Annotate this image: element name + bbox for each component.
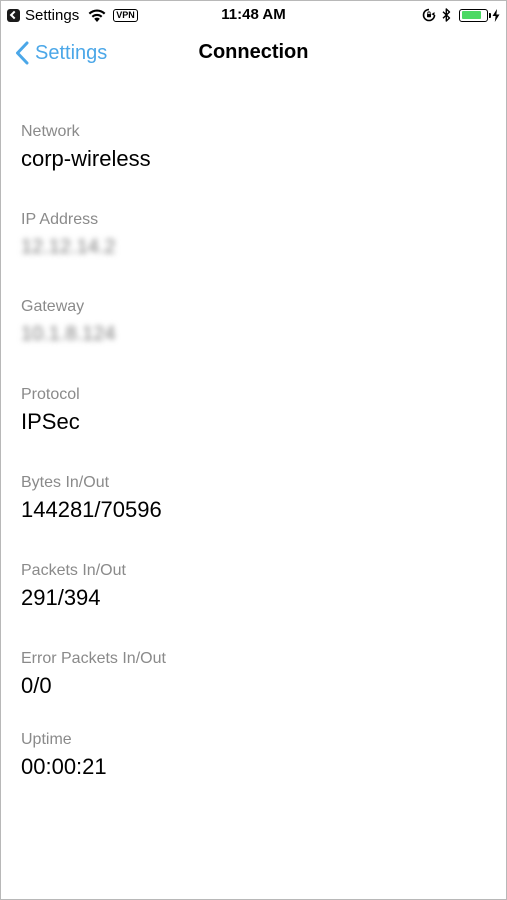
detail-value: 10.1.8.124 <box>21 323 116 345</box>
detail-value: 144281/70596 <box>21 497 162 522</box>
detail-bytes-in-out: Bytes In/Out 144281/70596 <box>21 473 491 524</box>
lock-rotation-icon <box>422 8 436 22</box>
detail-label: IP Address <box>21 211 99 228</box>
bluetooth-icon <box>442 8 451 22</box>
detail-value: IPSec <box>21 409 80 434</box>
battery-nub <box>489 12 491 18</box>
detail-gateway: Gateway 10.1.8.124 <box>21 297 491 348</box>
detail-label: Protocol <box>21 386 80 403</box>
status-bar: Settings VPN 11:48 AM <box>1 1 506 29</box>
detail-value: 00:00:21 <box>21 754 107 779</box>
detail-label: Network <box>21 123 80 140</box>
detail-value: 291/394 <box>21 585 101 610</box>
detail-label: Error Packets In/Out <box>21 650 166 667</box>
navigation-bar: Settings Connection <box>1 29 506 77</box>
detail-label: Gateway <box>21 298 85 315</box>
detail-label: Packets In/Out <box>21 562 126 579</box>
charging-icon <box>492 8 500 22</box>
detail-error-packets-in-out: Error Packets In/Out 0/0 <box>21 649 491 700</box>
detail-network: Network corp-wireless <box>21 122 491 173</box>
detail-value: 0/0 <box>21 673 52 698</box>
detail-protocol: Protocol IPSec <box>21 385 491 436</box>
status-right-group <box>422 6 500 24</box>
battery-fill <box>461 11 482 19</box>
detail-value: 12.12.14.2 <box>21 236 116 258</box>
detail-label: Bytes In/Out <box>21 474 110 491</box>
page-title: Connection <box>198 41 309 63</box>
battery-icon <box>459 8 491 22</box>
phone-screen: Settings VPN 11:48 AM Settings Connectio… <box>0 0 507 900</box>
detail-value: corp-wireless <box>21 146 151 171</box>
detail-label: Uptime <box>21 731 72 748</box>
detail-packets-in-out: Packets In/Out 291/394 <box>21 561 491 612</box>
detail-ip-address: IP Address 12.12.14.2 <box>21 210 491 261</box>
detail-uptime: Uptime 00:00:21 <box>21 730 491 781</box>
